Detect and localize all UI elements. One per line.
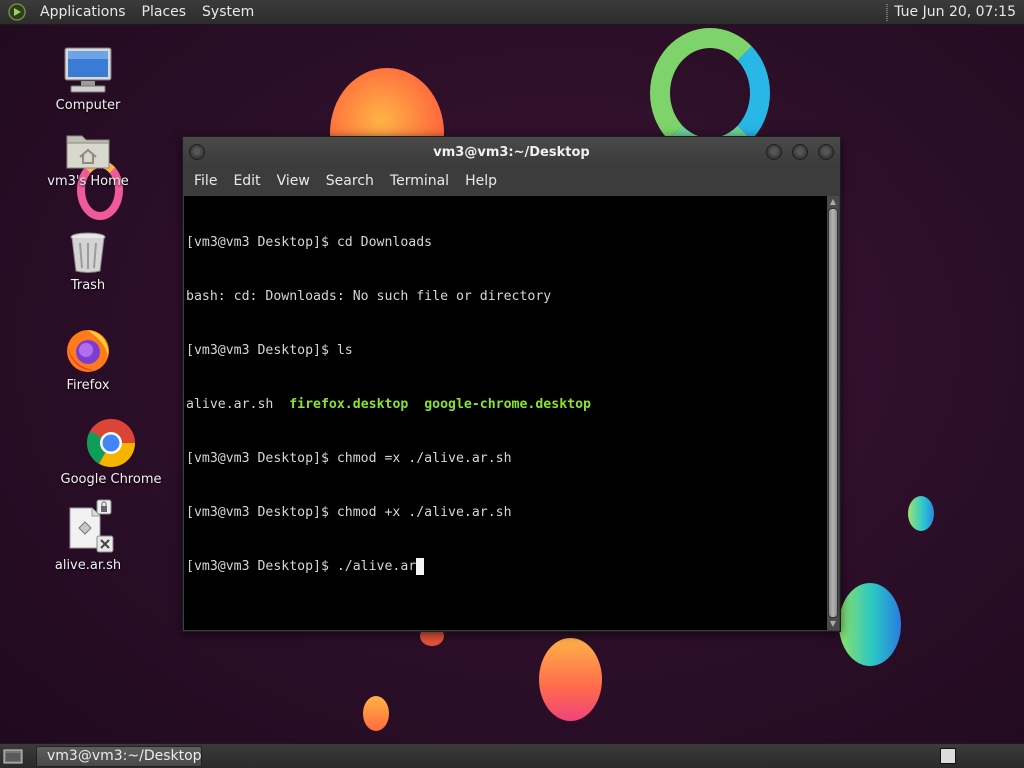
terminal-scrollbar[interactable]: ▲ ▼ (827, 196, 839, 630)
menu-terminal[interactable]: Terminal (382, 173, 457, 189)
trash-icon (70, 232, 106, 273)
terminal-line: [vm3@vm3 Desktop]$ chmod =x ./alive.ar.s… (186, 451, 512, 466)
wallpaper-blue-oval (839, 583, 901, 666)
desktop-icon-label: Computer (55, 98, 121, 113)
wallpaper-small-orange-oval (363, 696, 389, 731)
desktop-icon-label: Google Chrome (60, 472, 162, 487)
places-menu[interactable]: Places (134, 0, 195, 25)
ls-output-line: alive.ar.sh firefox.desktop google-chrom… (186, 396, 827, 414)
close-button[interactable] (818, 144, 834, 160)
chrome-icon (86, 418, 136, 468)
wallpaper-small-green-oval (908, 496, 934, 531)
clock[interactable]: Tue Jun 20, 07:15 (894, 4, 1024, 20)
terminal-titlebar[interactable]: vm3@vm3:~/Desktop (183, 137, 840, 167)
terminal-output[interactable]: [vm3@vm3 Desktop]$ cd Downloads bash: cd… (184, 196, 827, 630)
menu-search[interactable]: Search (318, 173, 382, 189)
desktop-icon-trash[interactable]: Trash (54, 230, 122, 293)
script-file-icon (69, 499, 114, 553)
computer-icon (64, 47, 112, 93)
terminal-prompt-line: [vm3@vm3 Desktop]$ ./alive.ar (186, 558, 827, 576)
desktop-icon-home[interactable]: vm3's Home (44, 130, 132, 189)
desktop-icon-alive-script[interactable]: alive.ar.sh (52, 498, 124, 573)
bottom-panel: vm3@vm3:~/Desktop (0, 743, 1024, 768)
system-menu[interactable]: System (194, 0, 262, 25)
ls-file-plain: alive.ar.sh (186, 397, 274, 412)
ls-file-executable: google-chrome.desktop (424, 397, 591, 412)
ls-file-executable: firefox.desktop (289, 397, 409, 412)
scrollbar-thumb[interactable] (828, 208, 838, 618)
current-command: [vm3@vm3 Desktop]$ ./alive.ar (186, 559, 417, 574)
show-desktop-icon[interactable] (2, 745, 24, 767)
menu-logo-icon[interactable] (8, 3, 26, 21)
scroll-down-arrow-icon[interactable]: ▼ (827, 618, 839, 630)
desktop-icon-label: alive.ar.sh (54, 558, 122, 573)
menu-view[interactable]: View (269, 173, 318, 189)
taskbar-terminal-button[interactable]: vm3@vm3:~/Desktop (36, 745, 202, 767)
desktop-icon-label: vm3's Home (47, 174, 129, 189)
taskbar-button-label: vm3@vm3:~/Desktop (47, 748, 202, 764)
desktop-icon-firefox[interactable]: Firefox (54, 326, 122, 393)
applications-menu[interactable]: Applications (32, 0, 134, 25)
window-title: vm3@vm3:~/Desktop (433, 144, 590, 160)
scroll-up-arrow-icon[interactable]: ▲ (827, 196, 839, 208)
menu-edit[interactable]: Edit (225, 173, 268, 189)
workspace-switcher[interactable] (940, 748, 956, 764)
desktop-icon-computer[interactable]: Computer (48, 46, 128, 113)
desktop-icon-label: Trash (70, 278, 106, 293)
panel-separator (886, 3, 889, 21)
terminal-menubar: File Edit View Search Terminal Help (183, 167, 840, 195)
terminal-line: [vm3@vm3 Desktop]$ ls (186, 343, 353, 358)
firefox-icon (67, 330, 109, 372)
home-folder-icon (66, 135, 110, 169)
menu-help[interactable]: Help (457, 173, 505, 189)
wallpaper-orange-oval (539, 638, 602, 721)
terminal-line: [vm3@vm3 Desktop]$ cd Downloads (186, 235, 433, 250)
terminal-line: [vm3@vm3 Desktop]$ chmod +x ./alive.ar.s… (186, 505, 512, 520)
maximize-button[interactable] (792, 144, 808, 160)
desktop-icon-label: Firefox (66, 378, 110, 393)
minimize-button[interactable] (766, 144, 782, 160)
terminal-line: bash: cd: Downloads: No such file or dir… (186, 289, 552, 304)
top-panel: Applications Places System Tue Jun 20, 0… (0, 0, 1024, 25)
terminal-window[interactable]: vm3@vm3:~/Desktop File Edit View Search … (182, 136, 841, 632)
desktop-icon-chrome[interactable]: Google Chrome (56, 418, 166, 487)
text-cursor (416, 558, 425, 575)
menu-file[interactable]: File (186, 173, 225, 189)
window-menu-button[interactable] (189, 144, 205, 160)
